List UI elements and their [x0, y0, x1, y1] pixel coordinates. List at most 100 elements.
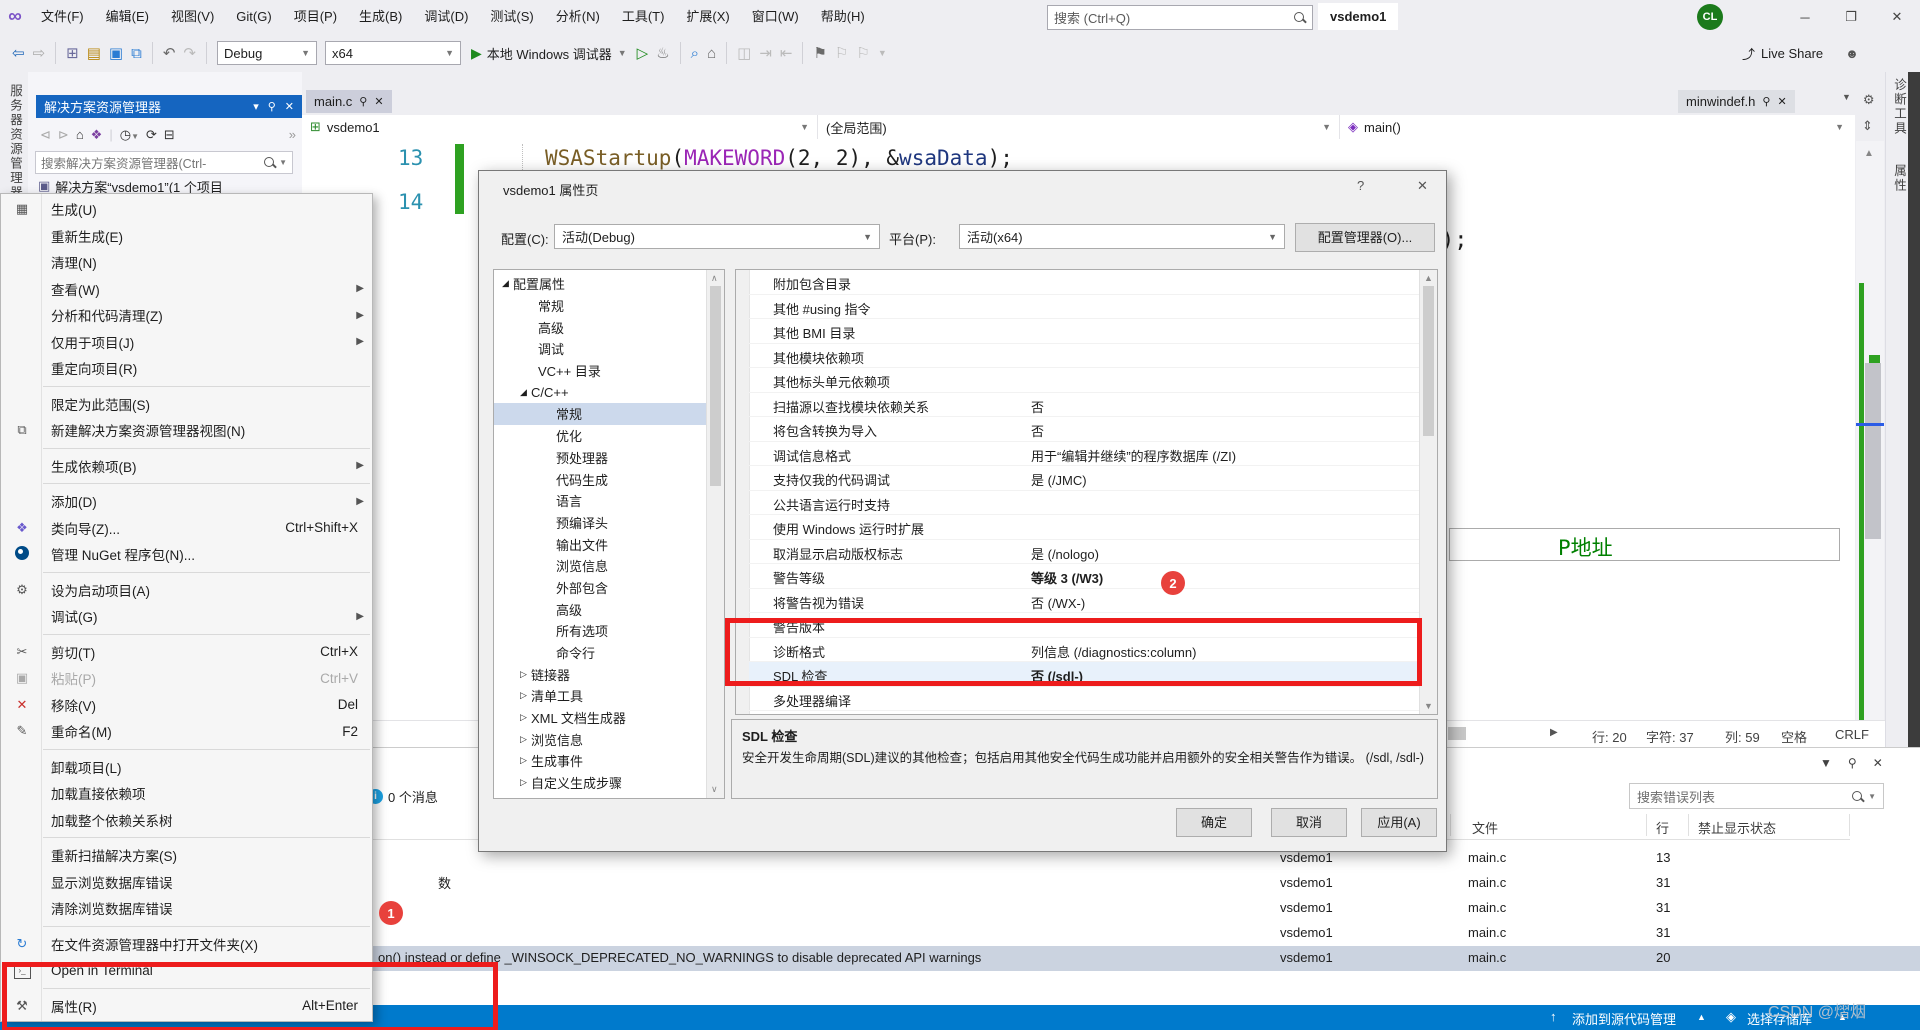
- property-row--[interactable]: 启用地址擦除系统否: [749, 711, 1422, 714]
- column-line[interactable]: 行: [1656, 818, 1669, 837]
- property-row--using-[interactable]: 其他 #using 指令: [749, 295, 1422, 319]
- navigate-back-icon[interactable]: ⇦: [12, 44, 25, 62]
- context-menu-item--r-[interactable]: 重定向项目(R): [1, 355, 372, 382]
- sidebar-tab-diagnostic-tools[interactable]: 诊断工具: [1890, 78, 1909, 136]
- home-icon[interactable]: ⌂: [76, 127, 84, 142]
- menubar-item-6[interactable]: 生成(B): [348, 0, 413, 34]
- breadcrumb-scope-dropdown[interactable]: (全局范围) ▼: [818, 115, 1340, 139]
- pin-icon[interactable]: ⚲: [1848, 756, 1857, 770]
- status-eol[interactable]: CRLF: [1835, 727, 1869, 742]
- property-row--[interactable]: 扫描源以查找模块依赖关系 否: [749, 393, 1422, 417]
- property-value[interactable]: 否 (/WX-): [1031, 593, 1085, 612]
- tree-item--[interactable]: ▷ 清单工具: [494, 685, 707, 707]
- solution-explorer-search-input[interactable]: 搜索解决方案资源管理器(Ctrl- ▼: [35, 151, 293, 174]
- property-value[interactable]: 用于“编辑并继续”的程序数据库 (/ZI): [1031, 446, 1236, 465]
- context-menu-item--a-[interactable]: ⚙ 设为启动项目(A): [1, 577, 372, 604]
- scroll-right-icon[interactable]: ▶: [1550, 727, 1558, 738]
- tree-item--[interactable]: 调试: [494, 338, 707, 360]
- collapsed-icon[interactable]: ▷: [520, 755, 531, 766]
- expanded-icon[interactable]: ◢: [502, 278, 513, 289]
- context-menu-item--[interactable]: 加载直接依赖项: [1, 780, 372, 807]
- tree-item-c-c-[interactable]: ◢ C/C++: [494, 381, 707, 403]
- context-menu-item--w-[interactable]: 查看(W) ▶: [1, 276, 372, 303]
- menubar-item-9[interactable]: 分析(N): [545, 0, 611, 34]
- property-row--[interactable]: 取消显示启动版权标志 是 (/nologo): [749, 540, 1422, 564]
- close-icon[interactable]: ✕: [374, 95, 383, 108]
- tree-item--[interactable]: ◢ 配置属性: [494, 273, 707, 295]
- tree-item--[interactable]: 命令行: [494, 642, 707, 664]
- redo-icon[interactable]: ↷: [183, 44, 196, 62]
- scroll-down-icon[interactable]: ∨: [711, 784, 718, 795]
- toolbar-overflow-icon[interactable]: »: [289, 127, 302, 142]
- context-menu-item--n-[interactable]: ⧉ 新建解决方案资源管理器视图(N): [1, 417, 372, 444]
- user-avatar[interactable]: CL: [1697, 4, 1723, 30]
- messages-count-label[interactable]: 0 个消息: [388, 787, 438, 806]
- tree-item--[interactable]: 所有选项: [494, 620, 707, 642]
- context-menu-item--m-[interactable]: ✎ 重命名(M) F2: [1, 718, 372, 745]
- help-icon[interactable]: ?: [1357, 178, 1364, 193]
- collapsed-icon[interactable]: ▷: [520, 777, 531, 788]
- property-value[interactable]: 否: [1031, 421, 1044, 440]
- tree-item--[interactable]: 高级: [494, 598, 707, 620]
- close-icon[interactable]: ✕: [285, 100, 294, 113]
- menubar-item-1[interactable]: 文件(F): [30, 0, 95, 34]
- property-row--[interactable]: 其他标头单元依赖项: [749, 368, 1422, 393]
- back-icon[interactable]: ⊲: [40, 127, 51, 143]
- property-row--bmi-[interactable]: 其他 BMI 目录: [749, 319, 1422, 344]
- scroll-down-icon[interactable]: ▼: [1424, 701, 1433, 711]
- minimize-button[interactable]: ─: [1782, 0, 1828, 34]
- quick-search-input[interactable]: 搜索 (Ctrl+Q): [1047, 5, 1313, 30]
- context-menu-item--v-[interactable]: ✕ 移除(V) Del: [1, 692, 372, 719]
- menubar-item-7[interactable]: 调试(D): [413, 0, 479, 34]
- tree-scrollbar[interactable]: ∧ ∨: [706, 270, 724, 798]
- tree-item--[interactable]: 语言: [494, 490, 707, 512]
- tree-item--[interactable]: ▷ 浏览信息: [494, 728, 707, 750]
- collapsed-icon[interactable]: ▷: [520, 734, 531, 745]
- configuration-manager-button[interactable]: 配置管理器(O)...: [1295, 223, 1435, 252]
- menubar-item-11[interactable]: 扩展(X): [675, 0, 740, 34]
- feedback-icon[interactable]: ☻: [1845, 46, 1859, 61]
- solution-explorer-header[interactable]: 解决方案资源管理器 ▾ ⚲ ✕: [36, 95, 302, 118]
- collapsed-icon[interactable]: ▷: [520, 712, 531, 723]
- prev-bookmark-icon[interactable]: ⚐: [835, 44, 848, 62]
- property-row--windows-[interactable]: 使用 Windows 运行时扩展: [749, 515, 1422, 540]
- cancel-button[interactable]: 取消: [1271, 808, 1347, 837]
- menubar-item-3[interactable]: 视图(V): [160, 0, 225, 34]
- tree-item-vc-[interactable]: VC++ 目录: [494, 360, 707, 382]
- tree-item--[interactable]: 代码生成: [494, 468, 707, 490]
- pending-changes-filter-icon[interactable]: ◷▼: [120, 127, 139, 143]
- horizontal-scrollbar-thumb[interactable]: [1448, 727, 1466, 740]
- context-menu-item--u-[interactable]: ▦ 生成(U): [1, 196, 372, 223]
- forward-icon[interactable]: ⊳: [58, 127, 69, 143]
- open-file-icon[interactable]: ▤: [87, 44, 101, 62]
- split-editor-handle[interactable]: ⇕: [1862, 118, 1873, 134]
- outdent-icon[interactable]: ⇤: [780, 44, 793, 62]
- context-menu-item--[interactable]: 加载整个依赖关系树: [1, 807, 372, 834]
- property-row--[interactable]: 将包含转换为导入 否: [749, 417, 1422, 442]
- tab-minwindef-h[interactable]: minwindef.h ⚲ ✕: [1678, 90, 1795, 113]
- breadcrumb-member-dropdown[interactable]: ◈ main() ▼: [1340, 115, 1852, 139]
- property-value[interactable]: 是 (/nologo): [1031, 544, 1099, 563]
- status-spaces[interactable]: 空格: [1781, 727, 1807, 746]
- tree-item--[interactable]: ▷ 自定义生成步骤: [494, 772, 707, 794]
- indent-icon[interactable]: ⇥: [759, 44, 772, 62]
- scrollbar-thumb[interactable]: [1423, 286, 1434, 436]
- add-to-source-control-button[interactable]: 添加到源代码管理: [1572, 1009, 1676, 1028]
- start-without-debugging-icon[interactable]: ▷: [637, 44, 649, 62]
- context-menu-item--[interactable]: 显示浏览数据库错误: [1, 869, 372, 896]
- property-row--[interactable]: 多处理器编译: [749, 687, 1422, 711]
- close-icon[interactable]: ✕: [1417, 178, 1428, 194]
- property-row--[interactable]: 其他模块依赖项: [749, 344, 1422, 368]
- property-value[interactable]: 等级 3 (/W3): [1031, 568, 1103, 587]
- new-project-icon[interactable]: ⊞: [66, 44, 79, 62]
- keep-open-icon[interactable]: ⚲: [1762, 95, 1770, 108]
- menubar-item-5[interactable]: 项目(P): [283, 0, 348, 34]
- code-line-13[interactable]: WSAStartup(MAKEWORD(2, 2), &wsaData);: [545, 146, 1013, 170]
- expanded-icon[interactable]: ◢: [520, 387, 531, 398]
- context-menu-item--s-[interactable]: 限定为此范围(S): [1, 391, 372, 418]
- platform-dropdown[interactable]: 活动(x64) ▼: [959, 224, 1285, 249]
- column-file[interactable]: 文件: [1472, 818, 1498, 837]
- solution-explorer-home-icon[interactable]: ⌂: [707, 45, 716, 62]
- context-menu-item--e-[interactable]: 重新生成(E): [1, 223, 372, 250]
- context-menu-item--d-[interactable]: 添加(D) ▶: [1, 488, 372, 515]
